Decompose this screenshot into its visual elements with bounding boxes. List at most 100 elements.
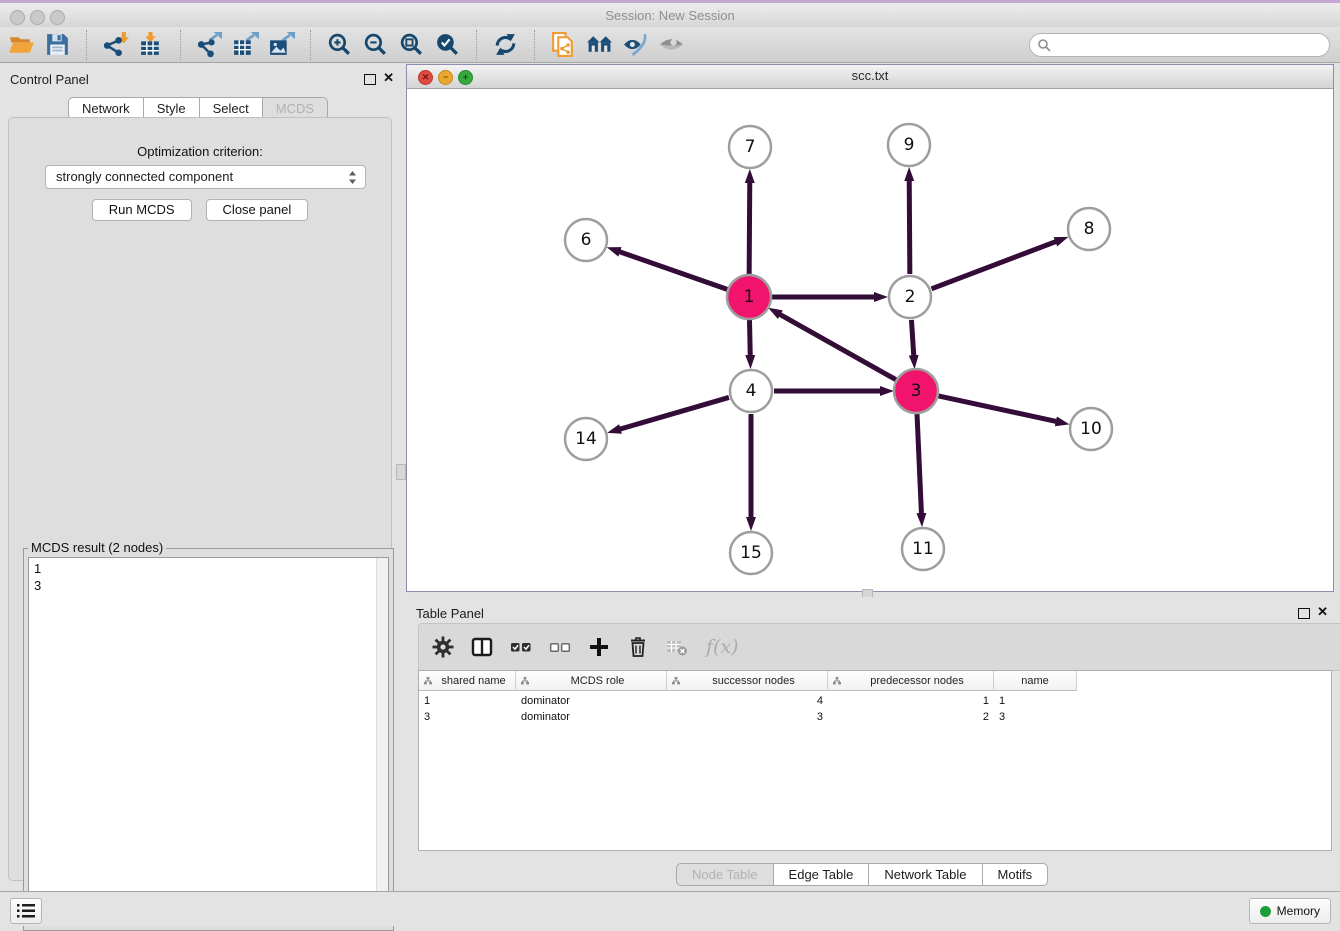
refresh-icon[interactable]: [492, 31, 519, 58]
sort-hierarchy-icon: [671, 676, 681, 686]
edge-1-6[interactable]: [619, 252, 727, 290]
export-table-icon[interactable]: [232, 31, 259, 58]
table-row[interactable]: 3dominator323: [419, 709, 1331, 725]
memory-button[interactable]: Memory: [1249, 898, 1331, 924]
column-header-predecessor-nodes[interactable]: predecessor nodes: [828, 671, 994, 691]
sort-hierarchy-icon: [520, 676, 530, 686]
control-panel-title: Control Panel: [10, 72, 89, 87]
result-scrollbar[interactable]: [376, 558, 388, 925]
column-header-successor-nodes[interactable]: successor nodes: [667, 671, 828, 691]
dropdown-value: strongly connected component: [56, 169, 233, 184]
hide-details-icon[interactable]: [622, 31, 649, 58]
node-label-7: 7: [745, 137, 756, 157]
node-label-11: 11: [912, 539, 934, 559]
column-label: name: [998, 675, 1072, 687]
edge-3-1[interactable]: [780, 314, 896, 380]
node-label-1: 1: [744, 287, 755, 307]
zoom-selected-icon[interactable]: [434, 31, 461, 58]
delete-column-icon[interactable]: [626, 635, 650, 659]
table-toolbar: f(x): [418, 623, 1340, 671]
edge-1-4[interactable]: [749, 320, 750, 356]
network-overview-icon[interactable]: [586, 31, 613, 58]
zoom-in-icon[interactable]: [326, 31, 353, 58]
show-details-icon[interactable]: [658, 31, 685, 58]
sort-hierarchy-icon: [832, 676, 842, 686]
column-view-icon[interactable]: [470, 635, 494, 659]
search-input[interactable]: [1051, 35, 1329, 55]
tab-edge-table[interactable]: Edge Table: [774, 863, 870, 886]
close-icon[interactable]: ✕: [1317, 606, 1328, 617]
mcds-result-text: 1 3: [34, 560, 41, 594]
network-canvas-area[interactable]: 1234678910111415: [407, 89, 1333, 591]
column-label: successor nodes: [684, 675, 823, 687]
close-panel-button[interactable]: Close panel: [206, 199, 309, 221]
chevron-updown-icon: [348, 170, 357, 185]
zoom-out-icon[interactable]: [362, 31, 389, 58]
table-cell: 3: [994, 709, 1077, 725]
delete-table-icon: [665, 635, 689, 659]
tab-network-table[interactable]: Network Table: [869, 863, 982, 886]
tab-motifs[interactable]: Motifs: [983, 863, 1049, 886]
optimization-dropdown[interactable]: strongly connected component: [45, 165, 366, 189]
table-row[interactable]: 1dominator411: [419, 693, 1331, 709]
node-label-14: 14: [575, 429, 597, 449]
clone-network-icon[interactable]: [550, 31, 577, 58]
mcds-result-title: MCDS result (2 nodes): [28, 540, 166, 555]
edge-2-3[interactable]: [911, 320, 913, 356]
float-icon[interactable]: [1298, 606, 1310, 624]
node-label-3: 3: [911, 381, 922, 401]
column-label: MCDS role: [533, 675, 662, 687]
edge-2-8[interactable]: [932, 241, 1057, 288]
vertical-splitter-grip[interactable]: [396, 464, 406, 480]
gear-icon[interactable]: [431, 635, 455, 659]
toolbar-separator: [476, 30, 477, 60]
mcds-result-box: MCDS result (2 nodes) 1 3: [23, 548, 394, 931]
column-header-MCDS-role[interactable]: MCDS role: [516, 671, 667, 691]
node-label-2: 2: [905, 287, 916, 307]
node-table[interactable]: shared name MCDS role successor nodes prede…: [418, 670, 1332, 851]
node-label-10: 10: [1080, 419, 1102, 439]
table-cell: 4: [667, 693, 828, 709]
export-network-icon[interactable]: [196, 31, 223, 58]
save-session-icon[interactable]: [44, 31, 71, 58]
control-panel: Control Panel ✕ NetworkStyleSelectMCDS O…: [0, 63, 406, 891]
table-cell: dominator: [516, 693, 667, 709]
add-column-icon[interactable]: [587, 635, 611, 659]
column-header-shared-name[interactable]: shared name: [419, 671, 516, 691]
table-body: 1dominator4113dominator323: [419, 693, 1331, 725]
window-title: Session: New Session: [0, 3, 1340, 29]
column-label: predecessor nodes: [845, 675, 989, 687]
mcds-result-area[interactable]: 1 3: [28, 557, 389, 926]
search-field[interactable]: [1029, 33, 1330, 57]
table-panel-title: Table Panel: [416, 606, 484, 621]
edge-2-9[interactable]: [909, 180, 910, 274]
deselect-all-icon[interactable]: [548, 635, 572, 659]
network-window-titlebar[interactable]: ✕ − + scc.txt: [407, 65, 1333, 89]
export-image-icon[interactable]: [268, 31, 295, 58]
table-cell: 3: [667, 709, 828, 725]
toolbar-separator: [534, 30, 535, 60]
network-canvas[interactable]: 1234678910111415: [407, 89, 1333, 591]
edge-4-14[interactable]: [620, 397, 729, 429]
edge-3-11[interactable]: [917, 414, 921, 514]
column-header-name[interactable]: name: [994, 671, 1077, 691]
node-label-15: 15: [740, 543, 762, 563]
run-mcds-button[interactable]: Run MCDS: [92, 199, 192, 221]
open-session-icon[interactable]: [8, 31, 35, 58]
zoom-fit-icon[interactable]: [398, 31, 425, 58]
status-bar: Memory: [0, 891, 1340, 926]
table-cell: 1: [994, 693, 1077, 709]
import-table-icon[interactable]: [138, 31, 165, 58]
network-window-title: scc.txt: [407, 65, 1333, 87]
edge-1-7[interactable]: [749, 182, 750, 274]
import-network-icon[interactable]: [102, 31, 129, 58]
select-all-icon[interactable]: [509, 635, 533, 659]
close-icon[interactable]: ✕: [383, 72, 394, 83]
float-icon[interactable]: [364, 72, 376, 90]
table-cell: 1: [828, 693, 994, 709]
memory-label: Memory: [1277, 904, 1320, 918]
tab-node-table[interactable]: Node Table: [676, 863, 774, 886]
edge-3-10[interactable]: [938, 396, 1056, 422]
task-history-button[interactable]: [10, 898, 42, 924]
window-titlebar: Session: New Session: [0, 0, 1340, 27]
